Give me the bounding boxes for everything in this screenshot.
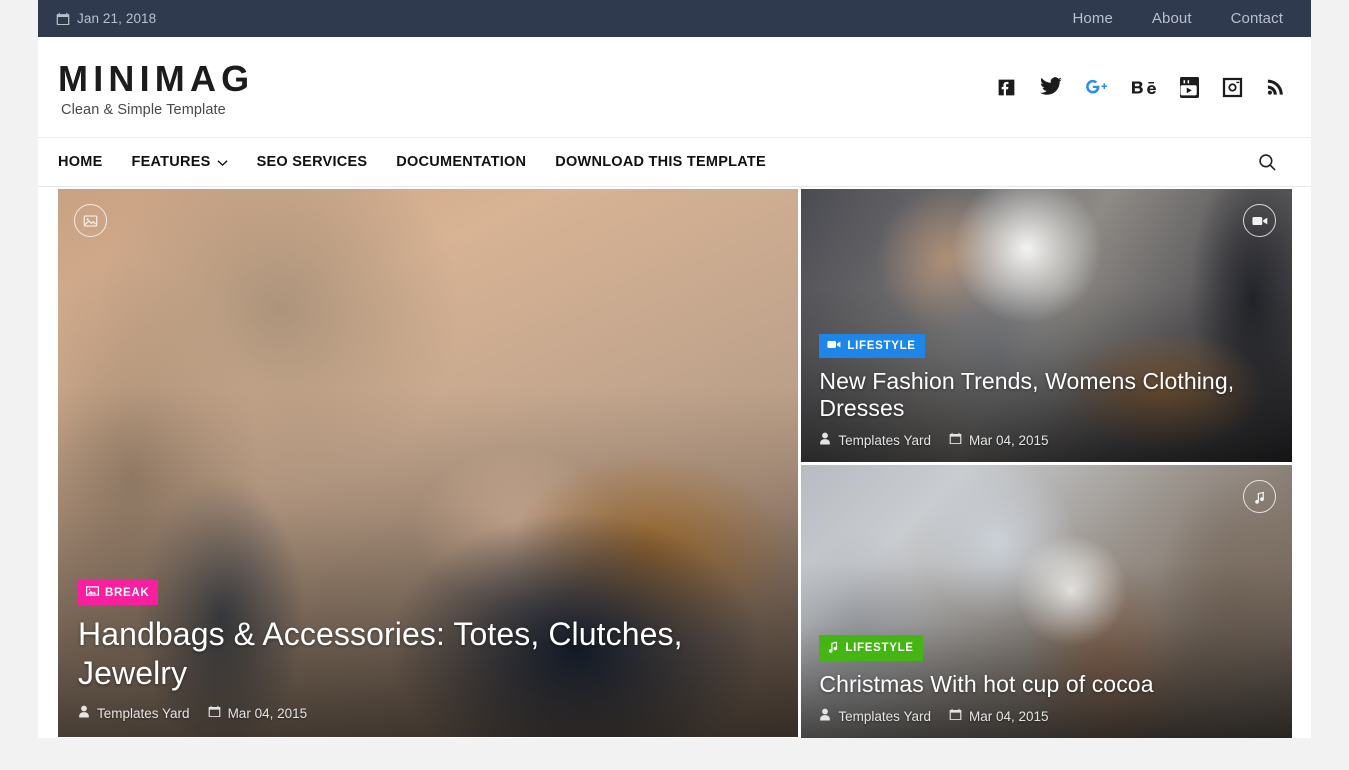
post-date: Mar 04, 2015 xyxy=(949,432,1049,448)
post-author: Templates Yard xyxy=(819,432,931,448)
nav-item-download-this-template[interactable]: DOWNLOAD THIS TEMPLATE xyxy=(555,154,766,170)
main-nav-list: HOME FEATURES SEO SERVICES DOCUMENTATION… xyxy=(58,153,766,171)
post-category-label: LIFESTYLE xyxy=(845,642,914,655)
post-body: LIFESTYLE New Fashion Trends, Womens Clo… xyxy=(801,333,1292,462)
nav-item-label: DOWNLOAD THIS TEMPLATE xyxy=(555,154,766,170)
google-plus-icon[interactable] xyxy=(1085,77,1109,97)
post-title[interactable]: New Fashion Trends, Womens Clothing, Dre… xyxy=(819,368,1274,423)
music-icon xyxy=(1243,480,1276,513)
topbar-nav-item-home[interactable]: Home xyxy=(1072,10,1112,27)
calendar-icon xyxy=(56,12,70,26)
featured-main-column: BREAK Handbags & Accessories: Totes, Clu… xyxy=(58,189,799,738)
video-icon xyxy=(1243,204,1276,237)
post-category-badge[interactable]: LIFESTYLE xyxy=(819,333,925,358)
post-date-label: Mar 04, 2015 xyxy=(968,708,1049,724)
post-date: Mar 04, 2015 xyxy=(208,705,308,721)
featured-post-handbags[interactable]: BREAK Handbags & Accessories: Totes, Clu… xyxy=(58,189,799,737)
post-category-label: LIFESTYLE xyxy=(847,339,916,352)
topbar: Jan 21, 2018 Home About Contact xyxy=(38,0,1311,37)
post-meta: Templates Yard Mar 04, 2015 xyxy=(78,705,776,721)
featured-post-christmas-cocoa[interactable]: LIFESTYLE Christmas With hot cup of coco… xyxy=(801,465,1292,738)
search-icon[interactable] xyxy=(1258,153,1287,172)
facebook-icon[interactable] xyxy=(996,77,1017,98)
topbar-nav-item-contact[interactable]: Contact xyxy=(1231,10,1283,27)
nav-item-documentation[interactable]: DOCUMENTATION xyxy=(396,154,526,170)
post-author-label: Templates Yard xyxy=(838,432,931,448)
post-author-label: Templates Yard xyxy=(97,705,190,721)
image-icon xyxy=(86,585,99,600)
nav-item-label: HOME xyxy=(58,154,103,170)
post-category-badge[interactable]: BREAK xyxy=(78,580,159,606)
video-icon xyxy=(827,339,841,353)
youtube-icon[interactable] xyxy=(1180,76,1199,98)
twitter-icon[interactable] xyxy=(1040,77,1062,97)
post-body: BREAK Handbags & Accessories: Totes, Clu… xyxy=(58,580,798,737)
nav-item-seo-services[interactable]: SEO SERVICES xyxy=(257,154,368,170)
calendar-icon xyxy=(949,432,962,448)
featured-posts-grid: BREAK Handbags & Accessories: Totes, Clu… xyxy=(38,187,1311,738)
chevron-down-icon xyxy=(217,155,228,171)
rss-icon[interactable] xyxy=(1266,77,1285,97)
post-title[interactable]: Handbags & Accessories: Totes, Clutches,… xyxy=(78,615,776,692)
user-icon xyxy=(78,705,90,721)
featured-side-column: LIFESTYLE New Fashion Trends, Womens Clo… xyxy=(801,189,1292,738)
topbar-date: Jan 21, 2018 xyxy=(56,11,156,26)
behance-icon[interactable] xyxy=(1132,78,1157,97)
featured-post-fashion-trends[interactable]: LIFESTYLE New Fashion Trends, Womens Clo… xyxy=(801,189,1292,462)
calendar-icon xyxy=(208,705,221,721)
instagram-icon[interactable] xyxy=(1222,77,1243,98)
post-meta: Templates Yard Mar 04, 2015 xyxy=(819,708,1274,724)
post-author: Templates Yard xyxy=(78,705,190,721)
post-title[interactable]: Christmas With hot cup of cocoa xyxy=(819,671,1274,699)
brand-title: MINIMAG xyxy=(58,57,255,99)
nav-item-features[interactable]: FEATURES xyxy=(132,153,228,171)
post-author: Templates Yard xyxy=(819,708,931,724)
site-header: MINIMAG Clean & Simple Template xyxy=(38,37,1311,137)
post-date-label: Mar 04, 2015 xyxy=(227,705,308,721)
topbar-nav-item-about[interactable]: About xyxy=(1152,10,1192,27)
post-date: Mar 04, 2015 xyxy=(949,708,1049,724)
page-container: Jan 21, 2018 Home About Contact MINIMAG … xyxy=(38,0,1311,738)
main-navigation: HOME FEATURES SEO SERVICES DOCUMENTATION… xyxy=(38,137,1311,187)
post-meta: Templates Yard Mar 04, 2015 xyxy=(819,432,1274,448)
user-icon xyxy=(819,708,831,724)
brand-tagline: Clean & Simple Template xyxy=(61,102,226,119)
post-category-badge[interactable]: LIFESTYLE xyxy=(819,635,923,662)
nav-item-label: DOCUMENTATION xyxy=(396,154,527,170)
post-author-label: Templates Yard xyxy=(838,708,931,724)
social-links xyxy=(996,76,1289,98)
calendar-icon xyxy=(949,708,962,724)
music-icon xyxy=(827,640,839,656)
post-category-label: BREAK xyxy=(105,586,150,599)
brand-logo[interactable]: MINIMAG Clean & Simple Template xyxy=(58,56,255,119)
nav-item-label: FEATURES xyxy=(131,154,211,170)
topbar-nav: Home About Contact xyxy=(1072,10,1291,27)
nav-item-label: SEO SERVICES xyxy=(256,154,368,170)
post-date-label: Mar 04, 2015 xyxy=(968,432,1049,448)
post-body: LIFESTYLE Christmas With hot cup of coco… xyxy=(801,635,1292,738)
user-icon xyxy=(819,432,831,448)
topbar-date-label: Jan 21, 2018 xyxy=(77,11,157,26)
image-icon xyxy=(74,204,107,237)
nav-item-home[interactable]: HOME xyxy=(58,154,103,170)
